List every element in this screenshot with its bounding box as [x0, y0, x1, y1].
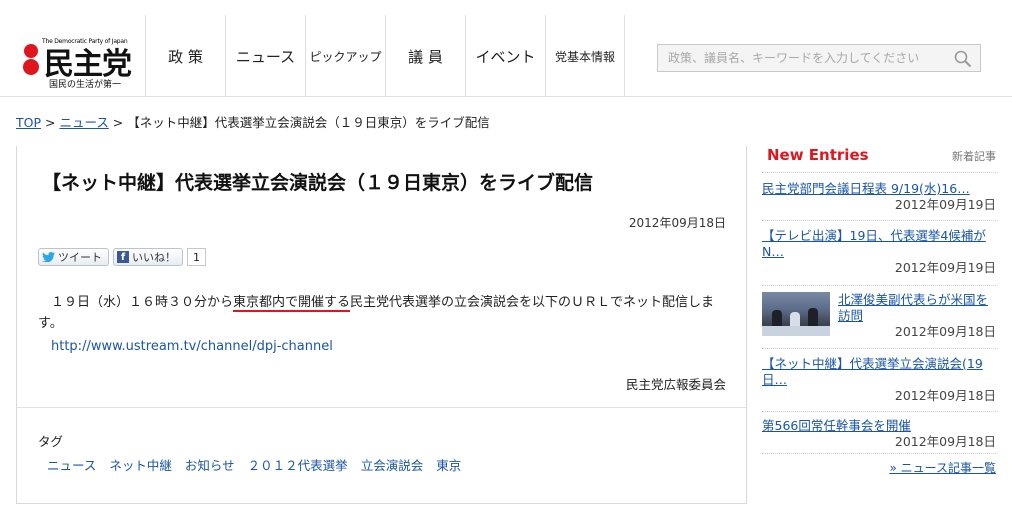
- tag-link[interactable]: ネット中継: [109, 455, 172, 474]
- facebook-icon: f: [117, 251, 129, 263]
- tag-link[interactable]: ２０１２代表選挙: [248, 455, 348, 474]
- logo-slogan: 国民の生活が第一: [49, 80, 122, 90]
- body-text-start: １９日（水）１６時３０分から: [38, 295, 234, 310]
- article-body: １９日（水）１６時３０分から東京都内で開催する民主党代表選挙の立会演説会を以下の…: [38, 292, 728, 334]
- entry-date: 2012年09月18日: [894, 388, 996, 403]
- nav-pickup[interactable]: ピックアップ: [305, 15, 385, 97]
- share-buttons: ツイート f いいね！ 1: [38, 248, 206, 266]
- article: 【ネット中継】代表選挙立会演説会（１９日東京）をライブ配信 2012年09月18…: [16, 146, 747, 504]
- article-date: 2012年09月18日: [628, 216, 726, 230]
- list-item: 【テレビ出演】19日、代表選挙4候補が N… 2012年09月19日: [762, 228, 996, 276]
- site-logo[interactable]: The Democratic Party of Japan 民主党 国民の生活が…: [12, 33, 137, 90]
- entry-title[interactable]: 【ネット中継】代表選挙立会演説会(19日…: [762, 356, 996, 388]
- list-item: 民主党部門会議日程表 9/19(水)16… 2012年09月19日: [762, 181, 996, 213]
- entry-title[interactable]: 北澤俊美副代表らが米国を訪問: [838, 292, 996, 324]
- divider: [762, 411, 996, 412]
- breadcrumb-news[interactable]: ニュース: [59, 115, 108, 130]
- tweet-button[interactable]: ツイート: [38, 248, 109, 266]
- entry-thumbnail[interactable]: [762, 292, 830, 336]
- article-title: 【ネット中継】代表選挙立会演説会（１９日東京）をライブ配信: [42, 172, 594, 194]
- breadcrumb-separator: >: [108, 115, 128, 130]
- body-highlight: 東京都内で開催する: [233, 295, 351, 312]
- breadcrumb: TOP > ニュース > 【ネット中継】代表選挙立会演説会（１９日東京）をライブ…: [16, 112, 490, 131]
- entry-title[interactable]: 【テレビ出演】19日、代表選挙4候補が N…: [762, 228, 996, 260]
- entry-date: 2012年09月19日: [894, 260, 996, 275]
- article-signature: 民主党広報委員会: [625, 377, 726, 392]
- search-icon[interactable]: [954, 50, 972, 68]
- entry-date: 2012年09月18日: [894, 434, 996, 449]
- divider: [762, 172, 996, 173]
- divider: [17, 407, 746, 408]
- nav-party-info[interactable]: 党基本情報: [545, 15, 625, 97]
- ustream-link[interactable]: http://www.ustream.tv/channel/dpj-channe…: [51, 339, 333, 354]
- entry-title[interactable]: 第566回常任幹事会を開催: [762, 418, 996, 434]
- sidebar-subheading: 新着記事: [952, 150, 996, 163]
- search-input[interactable]: [658, 45, 948, 71]
- like-label: いいね！: [132, 251, 176, 264]
- breadcrumb-top[interactable]: TOP: [16, 115, 41, 130]
- new-entries-sidebar: New Entries 新着記事 民主党部門会議日程表 9/19(水)16… 2…: [762, 146, 996, 476]
- divider: [762, 453, 996, 454]
- breadcrumb-separator: >: [41, 115, 60, 130]
- divider: [762, 220, 996, 221]
- party-mark-icon: [23, 44, 39, 75]
- entry-title[interactable]: 民主党部門会議日程表 9/19(水)16…: [762, 181, 996, 197]
- entry-date: 2012年09月19日: [894, 197, 996, 212]
- facebook-like-button[interactable]: f いいね！: [113, 248, 183, 266]
- nav-news[interactable]: ニュース: [225, 15, 305, 97]
- tag-list: ニュース ネット中継 お知らせ ２０１２代表選挙 立会演説会 東京: [47, 455, 461, 474]
- site-header: The Democratic Party of Japan 民主党 国民の生活が…: [0, 0, 1012, 97]
- nav-events[interactable]: イベント: [465, 15, 545, 97]
- sidebar-heading: New Entries: [767, 146, 869, 164]
- tags-label: タグ: [38, 434, 64, 449]
- tweet-label: ツイート: [58, 251, 102, 264]
- twitter-bird-icon: [42, 252, 55, 262]
- divider: [762, 285, 996, 286]
- tag-link[interactable]: 立会演説会: [361, 455, 424, 474]
- news-list-link[interactable]: » ニュース記事一覧: [889, 459, 996, 476]
- list-item: 北澤俊美副代表らが米国を訪問 2012年09月18日: [762, 292, 996, 342]
- search-box: [657, 44, 981, 72]
- list-item: 【ネット中継】代表選挙立会演説会(19日… 2012年09月18日: [762, 356, 996, 404]
- list-item: 第566回常任幹事会を開催 2012年09月18日: [762, 418, 996, 450]
- tag-link[interactable]: お知らせ: [185, 455, 235, 474]
- breadcrumb-current: 【ネット中継】代表選挙立会演説会（１９日東京）をライブ配信: [127, 115, 490, 130]
- like-count: 1: [187, 248, 206, 266]
- tag-link[interactable]: 東京: [436, 455, 461, 474]
- nav-policy[interactable]: 政 策: [145, 15, 225, 97]
- main-nav: 政 策 ニュース ピックアップ 議 員 イベント 党基本情報: [145, 15, 625, 97]
- nav-members[interactable]: 議 員: [385, 15, 465, 97]
- tag-link[interactable]: ニュース: [47, 455, 96, 474]
- divider: [762, 348, 996, 349]
